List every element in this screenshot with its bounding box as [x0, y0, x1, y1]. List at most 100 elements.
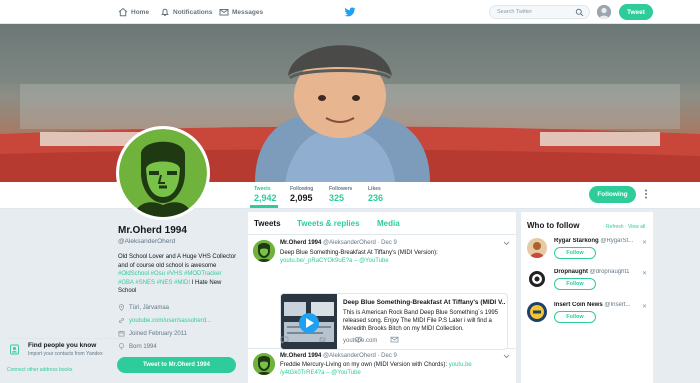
- search-icon[interactable]: [575, 8, 584, 17]
- nav-notifications[interactable]: Notifications: [160, 6, 212, 18]
- stat-following-label: Following: [290, 186, 314, 192]
- find-people-title[interactable]: Find people you know: [28, 342, 96, 349]
- tweet-meta[interactable]: @AleksanderOherd · Dec 9: [323, 240, 397, 246]
- stat-likes-label: Likes: [368, 186, 381, 192]
- tab-tweets[interactable]: Tweets: [254, 219, 281, 228]
- tweet-author-name[interactable]: Mr.Oherd 1994: [280, 240, 321, 246]
- follow-button[interactable]: Follow: [554, 278, 596, 290]
- profile-avatar-image: [119, 129, 207, 217]
- tweet-link[interactable]: youtu.be/_pRaCYOk9uE?a: [280, 258, 352, 264]
- location-pin-icon: [118, 304, 125, 311]
- suggestion-avatar[interactable]: [527, 302, 547, 322]
- direct-message-icon[interactable]: [390, 335, 399, 344]
- find-people-subtitle: Import your contacts from Yandex: [28, 351, 103, 357]
- chevron-down-icon[interactable]: [503, 241, 510, 246]
- nav-home[interactable]: Home: [118, 6, 149, 18]
- stat-tweets-value: 2,942: [254, 193, 277, 203]
- suggestion-handle: @Insert...: [604, 302, 631, 308]
- tweet-via[interactable]: – @YouTube: [326, 370, 361, 376]
- stat-likes-value: 236: [368, 193, 384, 203]
- tab-media[interactable]: Media: [377, 219, 400, 228]
- tweet-header: Mr.Oherd 1994 @AleksanderOherd · Dec 9: [280, 240, 397, 246]
- cover-photo: [0, 24, 700, 182]
- nav-messages[interactable]: Messages: [219, 6, 263, 18]
- bell-icon: [161, 8, 169, 16]
- view-all-link[interactable]: · View all: [625, 224, 645, 230]
- tweet-body: Freddie Mercury-Living on my own (MIDI V…: [280, 362, 448, 368]
- suggestion-name[interactable]: Rygar Starkong @RygarSt...: [554, 238, 648, 244]
- who-to-follow-title: Who to follow: [527, 221, 580, 230]
- top-navigation: Home Notifications Messages Search Twitt…: [0, 0, 700, 24]
- reply-icon[interactable]: [280, 335, 289, 344]
- suggestion-item: Insert Coin News @Insert... ✕ Follow: [527, 300, 651, 332]
- stat-following[interactable]: Following 2,095: [290, 186, 313, 203]
- tweet-author-avatar[interactable]: [253, 240, 275, 262]
- follow-button[interactable]: Follow: [554, 311, 596, 323]
- tweet-author-avatar-image: [253, 353, 275, 375]
- tweet-to-button[interactable]: Tweet to Mr.Oherd 1994: [117, 357, 236, 373]
- user-avatar[interactable]: [597, 5, 611, 19]
- suggestion-display-name: Insert Coin News: [554, 302, 603, 308]
- user-avatar-image: [597, 5, 611, 19]
- tweet-actions: [280, 335, 460, 345]
- profile-handle[interactable]: @AleksanderOherd: [118, 238, 175, 245]
- dismiss-icon[interactable]: ✕: [642, 270, 647, 277]
- connect-address-books-link[interactable]: Connect other address books: [7, 367, 72, 373]
- tweet-body: Deep Blue Something-Breakfast At Tiffany…: [280, 250, 438, 256]
- retweet-icon[interactable]: [318, 335, 327, 344]
- timeline: Tweets Tweets & replies Media Mr.Oherd 1…: [248, 212, 516, 383]
- suggestion-item: Dropnaught @dropnaught1 ✕ Follow: [527, 267, 651, 299]
- who-to-follow-links: · Refresh · View all: [603, 224, 645, 230]
- profile-location: Türi, Järvamaa: [118, 304, 169, 311]
- suggestion-avatar[interactable]: [527, 238, 547, 258]
- heart-icon[interactable]: [354, 335, 363, 344]
- search-placeholder: Search Twitter: [497, 9, 533, 15]
- home-icon: [118, 7, 128, 17]
- location-text: Türi, Järvamaa: [129, 304, 170, 311]
- compose-tweet-button[interactable]: Tweet: [619, 4, 653, 20]
- suggestion-name[interactable]: Dropnaught @dropnaught1: [554, 269, 648, 275]
- stat-tweets-label: Tweets: [254, 186, 271, 192]
- address-book-icon: [10, 344, 19, 355]
- chevron-down-icon[interactable]: [503, 354, 510, 359]
- tab-tweets-and-replies[interactable]: Tweets & replies: [297, 219, 360, 228]
- tweet-meta[interactable]: @AleksanderOherd · Dec 9: [323, 353, 397, 359]
- twitter-bird-icon[interactable]: [344, 6, 356, 18]
- profile-name[interactable]: Mr.Oherd 1994: [118, 225, 187, 236]
- profile-avatar[interactable]: [116, 126, 210, 220]
- more-options-icon[interactable]: [643, 188, 649, 200]
- nav-home-label: Home: [131, 8, 150, 16]
- tweet-item[interactable]: Mr.Oherd 1994 @AleksanderOherd · Dec 9 F…: [248, 349, 516, 383]
- suggestion-avatar[interactable]: [527, 269, 547, 289]
- tweet-via[interactable]: – @YouTube: [354, 258, 389, 264]
- active-stat-underline: [250, 205, 278, 208]
- envelope-icon: [219, 9, 229, 16]
- stat-tweets[interactable]: Tweets 2,942: [254, 186, 277, 203]
- search-input[interactable]: Search Twitter: [489, 5, 590, 19]
- suggestion-display-name: Rygar Starkong: [554, 238, 599, 244]
- stat-followers[interactable]: Followers 325: [329, 186, 352, 203]
- refresh-link[interactable]: · Refresh: [603, 224, 624, 230]
- tweet-item[interactable]: Mr.Oherd 1994 @AleksanderOherd · Dec 9 D…: [248, 235, 516, 350]
- joined-text: Joined February 2011: [129, 330, 187, 337]
- suggestion-avatar-image: [527, 238, 547, 258]
- follow-button[interactable]: Follow: [554, 247, 596, 259]
- tweet-text: Deep Blue Something-Breakfast At Tiffany…: [280, 249, 505, 265]
- dismiss-icon[interactable]: ✕: [642, 303, 647, 310]
- following-button[interactable]: Following: [589, 186, 636, 203]
- tweet-author-avatar[interactable]: [253, 353, 275, 375]
- tweet-author-avatar-image: [253, 240, 275, 262]
- tweet-text: Freddie Mercury-Living on my own (MIDI V…: [280, 361, 505, 377]
- website-link[interactable]: youtube.com/user/sassoherd...: [129, 318, 211, 324]
- timeline-tabs: Tweets Tweets & replies Media: [248, 212, 516, 235]
- stat-followers-label: Followers: [329, 186, 353, 192]
- tweet-header: Mr.Oherd 1994 @AleksanderOherd · Dec 9: [280, 353, 397, 359]
- dismiss-icon[interactable]: ✕: [642, 239, 647, 246]
- profile-website[interactable]: youtube.com/user/sassoherd...: [118, 317, 211, 324]
- find-people-section[interactable]: Find people you know Import your contact…: [6, 338, 130, 360]
- card-title[interactable]: Deep Blue Something-Breakfast At Tiffany…: [343, 299, 505, 306]
- tweet-author-name[interactable]: Mr.Oherd 1994: [280, 353, 321, 359]
- suggestion-name[interactable]: Insert Coin News @Insert...: [554, 302, 648, 308]
- card-description: This is American Rock Band Deep Blue Som…: [343, 310, 499, 332]
- stat-likes[interactable]: Likes 236: [368, 186, 383, 203]
